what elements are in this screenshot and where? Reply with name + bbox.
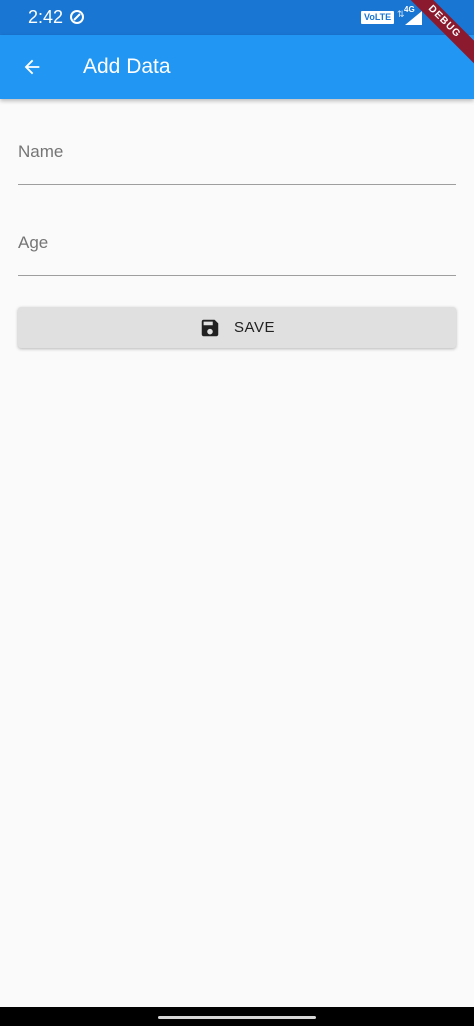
save-button[interactable]: SAVE — [18, 307, 456, 348]
age-field[interactable]: Age — [18, 217, 456, 277]
status-bar: 2:42 VoLTE ⇅ 4G — [0, 0, 474, 35]
age-input[interactable] — [18, 217, 456, 275]
name-field-underline — [18, 184, 456, 185]
age-field-underline — [18, 275, 456, 276]
status-time: 2:42 — [28, 7, 64, 27]
navigation-bar — [0, 1007, 474, 1026]
data-saver-icon — [70, 10, 84, 24]
back-button[interactable] — [12, 47, 52, 87]
app-bar: Add Data — [0, 35, 474, 99]
name-input[interactable] — [18, 126, 456, 184]
save-icon — [199, 317, 221, 339]
home-gesture-handle[interactable] — [158, 1016, 316, 1019]
page-title: Add Data — [83, 55, 171, 78]
volte-badge: VoLTE — [361, 11, 395, 24]
arrow-back-icon — [24, 59, 40, 75]
name-field[interactable]: Name — [18, 126, 456, 186]
save-button-label: SAVE — [234, 319, 275, 336]
signal-icon — [405, 11, 422, 25]
screen: 2:42 VoLTE ⇅ 4G Add Data DEBUG Name Age — [0, 0, 474, 1026]
